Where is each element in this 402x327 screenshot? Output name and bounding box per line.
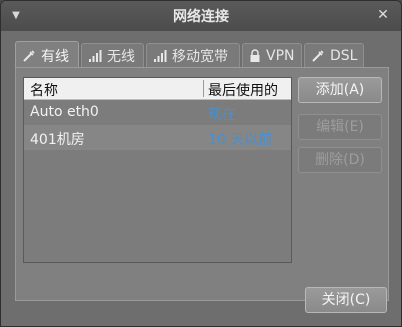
tab-wired[interactable]: 有线 xyxy=(15,41,79,69)
tab-label: 移动宽带 xyxy=(172,48,228,65)
tab-label: 有线 xyxy=(41,48,69,65)
tab-label: VPN xyxy=(266,47,295,64)
column-header-name[interactable]: 名称 xyxy=(30,80,58,100)
signal-icon xyxy=(154,49,167,62)
table-row[interactable]: 401机房 10 天以前 xyxy=(24,125,291,150)
tab-vpn[interactable]: VPN xyxy=(242,43,302,67)
tab-wireless[interactable]: 无线 xyxy=(81,43,144,67)
list-header: 名称 最后使用的 xyxy=(24,78,291,100)
signal-icon xyxy=(89,49,102,62)
column-divider xyxy=(203,80,204,97)
tab-mobile-broadband[interactable]: 移动宽带 xyxy=(146,43,240,67)
wired-icon xyxy=(312,49,324,62)
tab-dsl[interactable]: DSL xyxy=(304,43,364,67)
table-row[interactable]: Auto eth0 现在 xyxy=(24,100,291,125)
lock-icon xyxy=(250,48,260,62)
connection-name: 401机房 xyxy=(30,132,85,148)
window-title: 网络连接 xyxy=(173,9,229,25)
network-connections-window: ▼ 网络连接 ✕ 有线 无线 移动宽带 VPN DSL 名称 最后使用的 Aut… xyxy=(0,0,402,327)
column-header-last-used[interactable]: 最后使用的 xyxy=(208,80,278,100)
connection-last-used: 10 天以前 xyxy=(208,132,273,148)
connection-last-used: 现在 xyxy=(208,107,236,123)
tab-label: DSL xyxy=(330,47,358,64)
add-button[interactable]: 添加(A) xyxy=(298,77,382,103)
close-button[interactable]: 关闭(C) xyxy=(305,287,387,313)
close-icon[interactable]: ✕ xyxy=(375,7,391,23)
delete-button[interactable]: 删除(D) xyxy=(298,147,382,173)
tab-label: 无线 xyxy=(107,48,135,65)
tab-panel-wired: 名称 最后使用的 Auto eth0 现在 401机房 10 天以前 添加(A)… xyxy=(15,67,389,301)
connection-list[interactable]: 名称 最后使用的 Auto eth0 现在 401机房 10 天以前 xyxy=(23,77,292,263)
dialog-content: 有线 无线 移动宽带 VPN DSL 名称 最后使用的 Auto eth0 现在… xyxy=(1,31,401,326)
wired-icon xyxy=(23,49,35,62)
titlebar: ▼ 网络连接 ✕ xyxy=(1,1,401,31)
edit-button[interactable]: 编辑(E) xyxy=(298,114,382,140)
connection-name: Auto eth0 xyxy=(30,104,99,120)
